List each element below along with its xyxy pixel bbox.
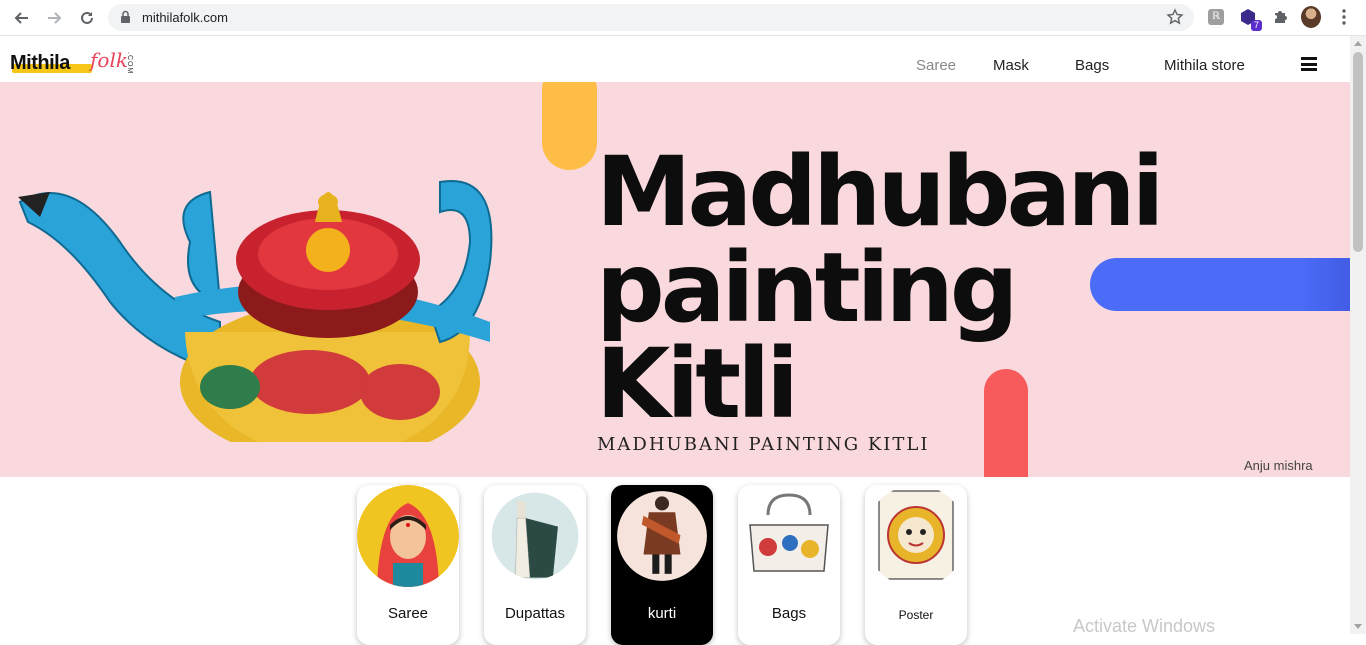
nav-bags[interactable]: Bags [1075, 57, 1109, 74]
back-button[interactable] [10, 6, 34, 30]
extensions-puzzle-icon[interactable] [1270, 7, 1290, 27]
hamburger-menu-icon[interactable] [1301, 57, 1317, 71]
category-card-bags[interactable]: Bags [738, 485, 840, 645]
kurti-figure [617, 491, 707, 581]
page-scrollbar[interactable] [1350, 36, 1366, 634]
category-card-dupattas[interactable]: Dupattas [484, 485, 586, 645]
browser-toolbar: mithilafolk.com ℝ 7 [0, 0, 1366, 36]
arrow-right-icon [48, 12, 62, 24]
reload-icon [81, 11, 93, 24]
category-card-saree[interactable]: Saree [357, 485, 459, 645]
extension-reader-icon[interactable]: ℝ [1206, 7, 1226, 27]
forward-button[interactable] [42, 6, 66, 30]
arrow-left-icon [14, 12, 28, 24]
profile-avatar[interactable] [1301, 6, 1321, 28]
category-label: Dupattas [504, 605, 566, 622]
address-bar[interactable]: mithilafolk.com [108, 4, 1194, 31]
hero-banner[interactable]: Madhubani painting Kitli MADHUBANI PAINT… [0, 82, 1350, 477]
hero-title: Madhubani painting Kitli [596, 136, 1164, 440]
dupatta-mannequin [491, 492, 579, 580]
url-text: mithilafolk.com [142, 10, 228, 25]
nav-saree[interactable]: Saree [916, 57, 956, 74]
site-header: Mithila folk .COM Saree Mask Bags Mithil… [0, 36, 1350, 82]
scrollbar-thumb[interactable] [1353, 52, 1363, 252]
decor-pill-yellow [542, 82, 597, 170]
category-row: Saree Dupattas kurti Bags Poster [0, 477, 1350, 645]
site-logo[interactable]: Mithila folk .COM [10, 48, 135, 78]
lock-icon [121, 10, 130, 23]
category-label: Poster [898, 608, 934, 622]
hero-subtitle: MADHUBANI PAINTING KITLI [597, 434, 930, 455]
category-card-kurti[interactable]: kurti [611, 485, 713, 645]
extension-badge: 7 [1250, 20, 1262, 31]
hero-credit: Anju mishra [1244, 458, 1313, 473]
painted-handbag [738, 485, 840, 587]
category-card-poster[interactable]: Poster [865, 485, 967, 645]
madhubani-poster [865, 485, 967, 587]
scroll-down-arrow-icon[interactable] [1354, 624, 1362, 629]
category-label: Bags [771, 605, 807, 622]
bookmark-star-icon[interactable] [1166, 8, 1184, 26]
scroll-up-arrow-icon[interactable] [1354, 41, 1362, 46]
nav-mask[interactable]: Mask [993, 57, 1029, 74]
reload-button[interactable] [75, 6, 99, 30]
nav-mithila-store[interactable]: Mithila store [1164, 57, 1245, 74]
category-label: Saree [387, 605, 429, 622]
extension-hex-icon[interactable]: 7 [1238, 7, 1262, 31]
painted-kettle-image [18, 180, 493, 442]
saree-woman-illustration [357, 485, 459, 587]
category-label: kurti [647, 605, 677, 622]
browser-menu-icon[interactable] [1334, 7, 1354, 27]
